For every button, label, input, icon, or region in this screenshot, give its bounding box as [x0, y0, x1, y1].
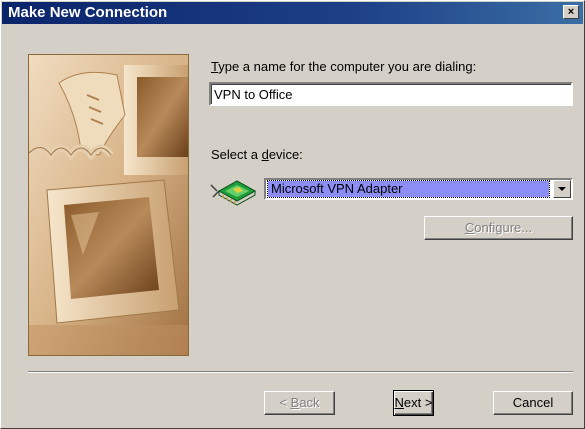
computer-telephone-image — [29, 55, 188, 355]
dropdown-arrow-icon[interactable] — [553, 180, 571, 198]
configure-button[interactable]: Configure... — [424, 216, 573, 240]
back-button[interactable]: < Back — [264, 391, 335, 415]
computer-name-label: Type a name for the computer you are dia… — [211, 59, 477, 74]
device-selected-value: Microsoft VPN Adapter — [267, 180, 550, 198]
wizard-illustration — [28, 54, 189, 356]
device-label: Select a device: — [211, 147, 303, 162]
close-button[interactable]: × — [563, 5, 579, 19]
device-select[interactable]: Microsoft VPN Adapter — [264, 178, 573, 200]
close-icon: × — [567, 6, 575, 18]
title-bar[interactable]: Make New Connection × — [2, 2, 583, 24]
next-button[interactable]: Next > — [393, 390, 434, 416]
computer-name-input[interactable] — [209, 82, 573, 106]
window-title: Make New Connection — [8, 4, 168, 21]
network-adapter-icon — [209, 177, 257, 207]
footer-separator — [28, 371, 573, 373]
cancel-button[interactable]: Cancel — [493, 391, 573, 415]
make-new-connection-dialog: Make New Connection × Type a name for th… — [0, 0, 585, 429]
